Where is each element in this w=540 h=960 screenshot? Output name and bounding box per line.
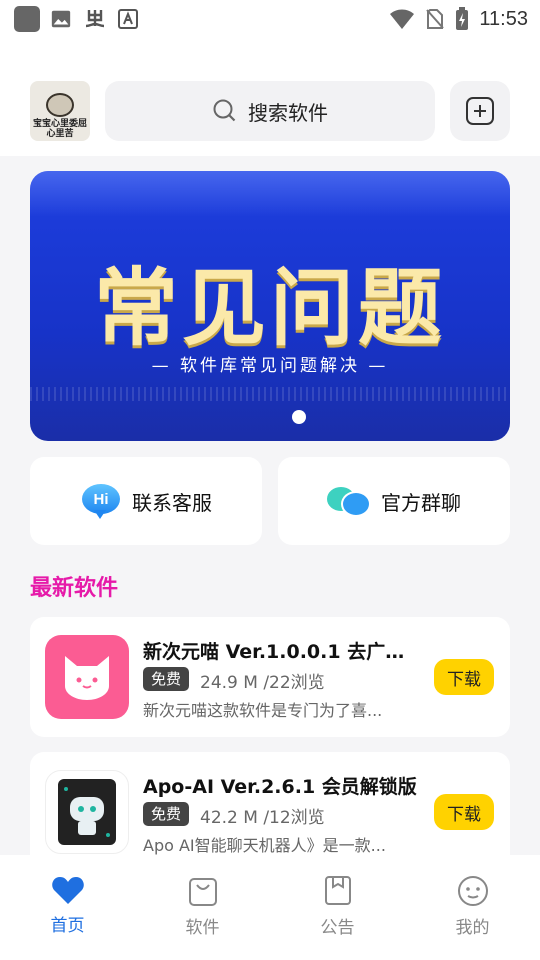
avatar[interactable]: 宝宝心里委屈心里苦 — [30, 81, 90, 141]
tab-software[interactable]: 软件 — [135, 855, 270, 960]
download-button[interactable]: 下载 — [434, 659, 494, 695]
tab-profile[interactable]: 我的 — [405, 855, 540, 960]
font-icon — [118, 9, 138, 29]
tab-announcements[interactable]: 公告 — [270, 855, 405, 960]
app-notification-icon — [14, 6, 40, 32]
bookmark-icon — [324, 876, 351, 905]
app-name: Apo-AI Ver.2.6.1 会员解锁版 — [143, 776, 417, 798]
app-meta: 24.9 M /22浏览 — [200, 673, 325, 693]
list-item[interactable]: 新次元喵 Ver.1.0.0.1 去广告... 免费 24.9 M /22浏览 … — [30, 617, 510, 737]
image-icon — [51, 10, 71, 28]
list-item[interactable]: Apo-AI Ver.2.6.1 会员解锁版 免费 42.2 M /12浏览 A… — [30, 752, 510, 872]
tab-announcements-label: 公告 — [320, 918, 355, 938]
header: 宝宝心里委屈心里苦 搜索软件 — [0, 38, 540, 156]
section-title: 最新软件 — [30, 576, 119, 601]
heart-icon — [51, 877, 84, 904]
tab-home[interactable]: 首页 — [0, 855, 135, 960]
official-group-button[interactable]: 官方群聊 — [278, 457, 510, 545]
hi-chat-icon: Hi — [80, 482, 122, 520]
carousel-indicator — [292, 410, 306, 424]
avatar-face-icon — [46, 93, 74, 117]
tab-home-label: 首页 — [50, 916, 85, 936]
no-sim-icon — [426, 9, 445, 29]
search-icon — [213, 99, 236, 122]
download-button[interactable]: 下载 — [434, 794, 494, 830]
faq-banner[interactable]: 常见问题 — 软件库常见问题解决 — — [30, 171, 510, 441]
bottom-nav: 首页 软件 公告 我的 — [0, 855, 540, 960]
tab-software-label: 软件 — [185, 918, 220, 938]
plus-icon — [466, 97, 494, 125]
robot-app-icon — [45, 770, 129, 854]
cat-app-icon — [45, 635, 129, 719]
status-bar: 11:53 — [0, 0, 540, 38]
bag-icon — [188, 878, 217, 906]
group-chat-icon — [327, 483, 371, 519]
price-badge: 免费 — [143, 667, 190, 691]
avatar-caption: 宝宝心里委屈心里苦 — [32, 119, 87, 139]
contact-support-label: 联系客服 — [132, 490, 212, 515]
wifi-icon — [390, 9, 415, 29]
smiley-icon — [457, 876, 488, 906]
clock: 11:53 — [479, 7, 528, 30]
battery-charging-icon — [456, 7, 469, 30]
add-button[interactable] — [450, 81, 510, 141]
search-placeholder: 搜索软件 — [248, 100, 328, 125]
app-description: Apo AI智能聊天机器人》是一款... — [143, 836, 386, 855]
tab-profile-label: 我的 — [455, 918, 490, 938]
banner-subtitle: — 软件库常见问题解决 — — [151, 356, 389, 376]
official-group-label: 官方群聊 — [381, 490, 461, 515]
contact-support-button[interactable]: Hi 联系客服 — [30, 457, 262, 545]
app-meta: 42.2 M /12浏览 — [200, 808, 325, 828]
banner-title: 常见问题 — [93, 259, 446, 357]
app-description: 新次元喵这款软件是专门为了喜... — [143, 701, 383, 720]
search-bar[interactable]: 搜索软件 — [105, 81, 435, 141]
app-name: 新次元喵 Ver.1.0.0.1 去广告... — [143, 641, 423, 663]
price-badge: 免费 — [143, 802, 190, 826]
bug-icon — [85, 10, 105, 28]
